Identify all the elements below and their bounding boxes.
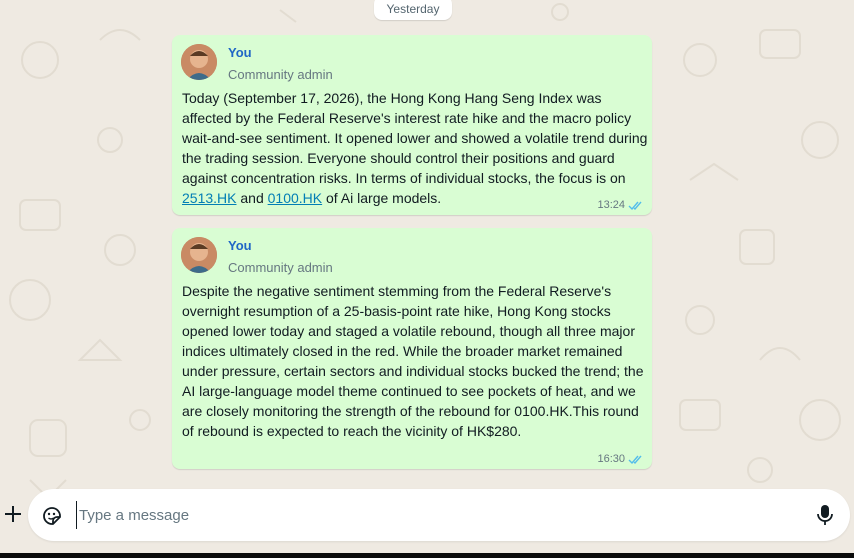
microphone-icon[interactable] xyxy=(815,503,835,527)
sender-role: Community admin xyxy=(228,67,333,82)
double-check-icon xyxy=(628,201,642,210)
sender-name[interactable]: You xyxy=(228,238,252,253)
double-check-icon xyxy=(628,455,642,464)
sender-name[interactable]: You xyxy=(228,45,252,60)
stock-link[interactable]: 2513.HK xyxy=(182,190,236,206)
message-time: 16:30 xyxy=(597,453,625,465)
message-text: Despite the negative sentiment stemming … xyxy=(182,283,644,439)
message-text-part: and xyxy=(236,190,268,206)
plus-icon[interactable] xyxy=(2,503,24,525)
message-bubble[interactable]: You Community admin Despite the negative… xyxy=(172,228,652,469)
sticker-icon[interactable] xyxy=(40,504,64,528)
sender-role: Community admin xyxy=(228,260,333,275)
message-meta: 13:24 xyxy=(597,199,644,211)
message-bubble[interactable]: You Community admin Today (September 17,… xyxy=(172,35,652,215)
message-text-part: Today (September 17, 2026), the Hong Kon… xyxy=(182,90,648,186)
stock-link[interactable]: 0100.HK xyxy=(268,190,322,206)
message-text: Today (September 17, 2026), the Hong Kon… xyxy=(182,88,648,208)
message-input[interactable] xyxy=(76,501,779,529)
message-text-part: of Ai large models. xyxy=(322,190,442,206)
message-composer xyxy=(0,487,854,545)
message-time: 13:24 xyxy=(597,199,625,211)
bottom-edge xyxy=(0,553,854,558)
date-divider: Yesterday xyxy=(374,0,452,20)
message-meta: 16:30 xyxy=(597,453,644,465)
avatar[interactable] xyxy=(181,237,217,273)
composer-input-wrap xyxy=(28,489,850,541)
avatar[interactable] xyxy=(181,44,217,80)
